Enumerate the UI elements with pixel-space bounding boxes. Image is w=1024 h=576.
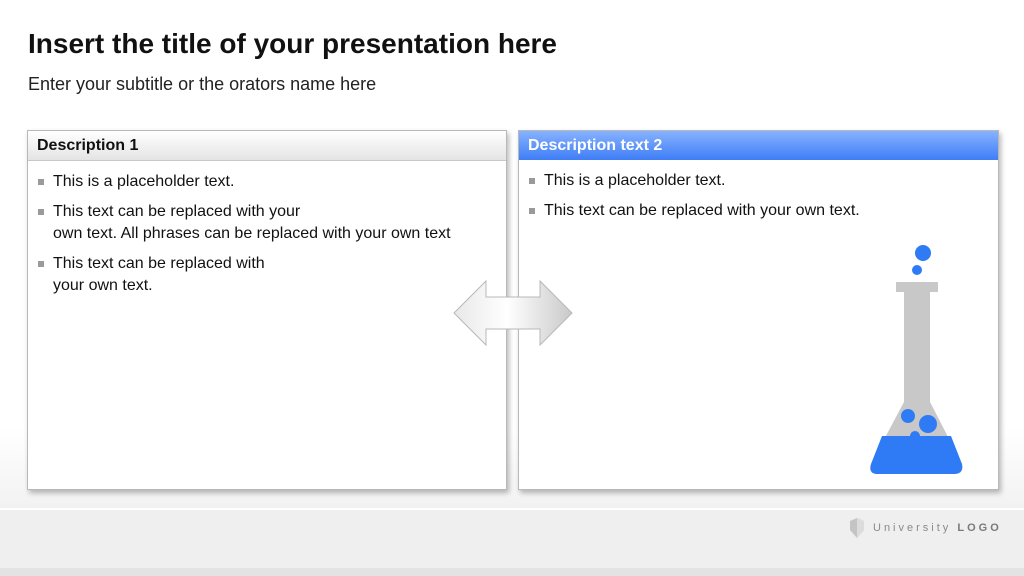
footer-bottom-strip	[0, 568, 1024, 576]
university-logo: University LOGO	[849, 518, 1002, 538]
slide-title[interactable]: Insert the title of your presentation he…	[28, 28, 557, 60]
bullet-list-2: This is a placeholder text. This text ca…	[519, 160, 998, 222]
list-item[interactable]: This text can be replaced with your own …	[529, 200, 998, 222]
panel-header-2[interactable]: Description text 2	[519, 131, 998, 160]
list-item[interactable]: This is a placeholder text.	[529, 170, 998, 192]
list-item[interactable]: This is a placeholder text.	[38, 171, 506, 193]
bullet-list-1: This is a placeholder text. This text ca…	[28, 161, 506, 297]
logo-word: University	[873, 522, 952, 534]
logo-mark: LOGO	[957, 522, 1002, 534]
double-arrow-icon	[453, 279, 573, 347]
slide-subtitle[interactable]: Enter your subtitle or the orators name …	[28, 74, 376, 95]
list-item[interactable]: This text can be replaced with your own …	[38, 201, 506, 245]
panel-header-1[interactable]: Description 1	[28, 131, 506, 161]
flask-icon	[870, 245, 963, 474]
shield-logo-icon	[850, 518, 864, 538]
logo-text: University LOGO	[873, 522, 1002, 534]
list-item[interactable]: This text can be replaced with your own …	[38, 253, 506, 297]
description-panel-1[interactable]: Description 1 This is a placeholder text…	[27, 130, 507, 490]
